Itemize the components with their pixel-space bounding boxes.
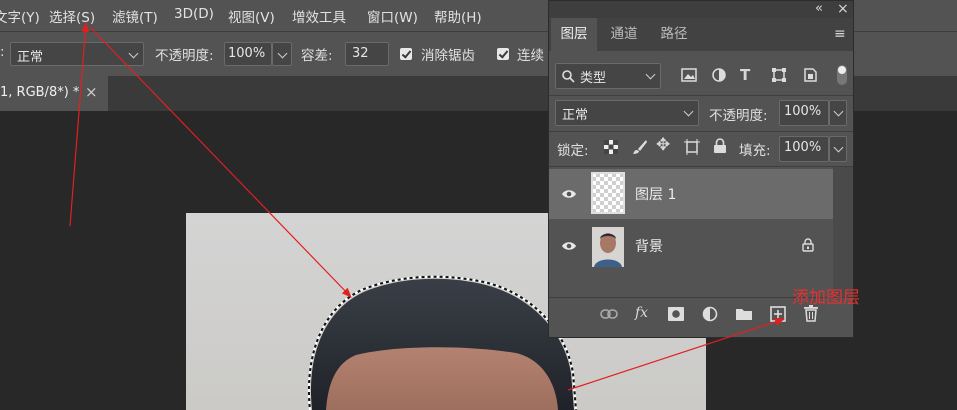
annotation-arrows bbox=[69, 22, 785, 391]
arrow-to-selection bbox=[90, 27, 352, 298]
arrow-to-new-layer bbox=[567, 318, 785, 391]
arrow-select-menu bbox=[69, 22, 90, 227]
